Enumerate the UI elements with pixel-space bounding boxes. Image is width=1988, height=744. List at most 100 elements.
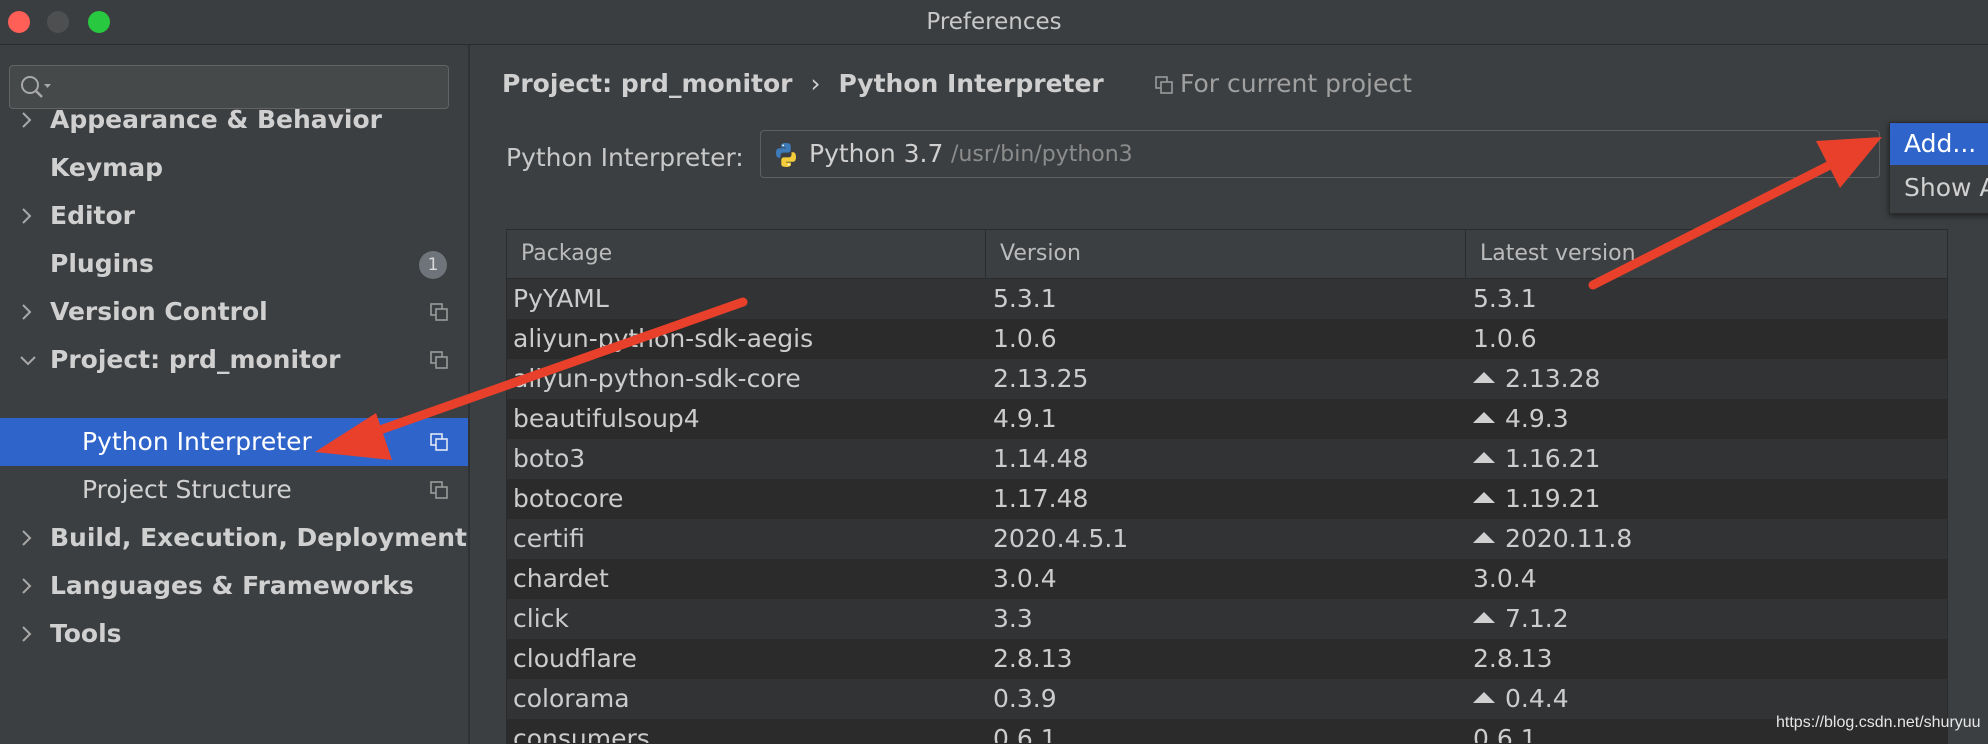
sidebar-item-languages-frameworks[interactable]: Languages & Frameworks: [0, 562, 468, 610]
package-name: certifi: [513, 524, 585, 553]
package-name: botocore: [513, 484, 624, 513]
sidebar-item-keymap[interactable]: Keymap: [0, 144, 468, 192]
chevron-right-icon: [22, 530, 32, 546]
package-version: 2.8.13: [993, 644, 1073, 673]
sidebar-item-editor[interactable]: Editor: [0, 192, 468, 240]
sidebar-item-label: Project: prd_monitor: [50, 345, 341, 374]
sidebar-item-python-interpreter[interactable]: Python Interpreter: [0, 418, 468, 466]
package-version: 0.3.9: [993, 684, 1057, 713]
package-latest-version: 3.0.4: [1473, 559, 1537, 599]
sidebar-item-project[interactable]: Project: prd_monitor: [0, 336, 468, 384]
plugins-update-badge: 1: [419, 251, 447, 279]
upgrade-available-icon: [1473, 411, 1495, 423]
table-row[interactable]: certifi 2020.4.5.1 2020.11.8: [507, 519, 1947, 559]
column-header-version[interactable]: Version: [986, 230, 1466, 278]
table-row[interactable]: aliyun-python-sdk-core 2.13.25 2.13.28: [507, 359, 1947, 399]
package-latest-version: 1.0.6: [1473, 319, 1537, 359]
table-header: Package Version Latest version: [507, 230, 1947, 279]
package-version: 4.9.1: [993, 404, 1057, 433]
sidebar-item-label: Editor: [50, 201, 135, 230]
column-header-package[interactable]: Package: [507, 230, 986, 278]
chevron-right-icon: [22, 304, 32, 320]
interpreter-name: Python 3.7: [809, 139, 944, 168]
sidebar-item-plugins[interactable]: Plugins 1: [0, 240, 468, 288]
title-bar: Preferences: [0, 0, 1988, 45]
latest-version-text: 0.6.1: [1473, 724, 1537, 744]
latest-version-text: 2020.11.8: [1505, 524, 1633, 553]
sidebar-item-version-control[interactable]: Version Control: [0, 288, 468, 336]
copy-icon: [1155, 76, 1173, 94]
table-row[interactable]: boto3 1.14.48 1.16.21: [507, 439, 1947, 479]
copy-icon: [430, 481, 448, 499]
settings-sidebar: Appearance & Behavior Keymap Editor Plug…: [0, 45, 470, 744]
package-latest-version: 1.16.21: [1473, 439, 1600, 479]
package-version: 2020.4.5.1: [993, 524, 1129, 553]
table-row[interactable]: PyYAML 5.3.1 5.3.1: [507, 279, 1947, 319]
package-latest-version: 2.8.13: [1473, 639, 1553, 679]
latest-version-text: 2.13.28: [1505, 364, 1601, 393]
table-row[interactable]: aliyun-python-sdk-aegis 1.0.6 1.0.6: [507, 319, 1947, 359]
table-row[interactable]: cloudflare 2.8.13 2.8.13: [507, 639, 1947, 679]
package-name: chardet: [513, 564, 609, 593]
menu-item-show-all[interactable]: Show A: [1890, 167, 1988, 209]
latest-version-text: 0.4.4: [1505, 684, 1569, 713]
latest-version-text: 4.9.3: [1505, 404, 1569, 433]
interpreter-select[interactable]: Python 3.7 /usr/bin/python3: [760, 130, 1880, 178]
upgrade-available-icon: [1473, 371, 1495, 383]
table-row[interactable]: consumers 0.6.1 0.6.1: [507, 719, 1947, 744]
sidebar-item-label: Build, Execution, Deployment: [50, 523, 467, 552]
breadcrumb-page: Python Interpreter: [838, 69, 1104, 98]
upgrade-available-icon: [1473, 611, 1495, 623]
sidebar-item-appearance-behavior[interactable]: Appearance & Behavior: [0, 96, 468, 144]
table-row[interactable]: click 3.3 7.1.2: [507, 599, 1947, 639]
package-name: boto3: [513, 444, 586, 473]
latest-version-text: 5.3.1: [1473, 284, 1537, 313]
table-row[interactable]: colorama 0.3.9 0.4.4: [507, 679, 1947, 719]
interpreter-path: /usr/bin/python3: [951, 142, 1133, 167]
latest-version-text: 7.1.2: [1505, 604, 1569, 633]
upgrade-available-icon: [1473, 491, 1495, 503]
latest-version-text: 1.0.6: [1473, 324, 1537, 353]
latest-version-text: 1.19.21: [1505, 484, 1601, 513]
menu-item-add[interactable]: Add...: [1890, 123, 1988, 165]
sidebar-item-project-structure[interactable]: Project Structure: [0, 466, 468, 514]
package-version: 1.17.48: [993, 484, 1089, 513]
settings-content: Project: prd_monitor › Python Interpreter …: [470, 45, 1988, 744]
breadcrumb-separator: ›: [810, 69, 821, 98]
window-title: Preferences: [926, 9, 1062, 35]
package-version: 1.0.6: [993, 324, 1057, 353]
sidebar-item-build-execution-deployment[interactable]: Build, Execution, Deployment: [0, 514, 468, 562]
project-scope-label: For current project: [1154, 59, 1412, 109]
upgrade-available-icon: [1473, 531, 1495, 543]
interpreter-gear-menu: Add... Show A: [1889, 122, 1988, 214]
package-name: beautifulsoup4: [513, 404, 700, 433]
packages-table[interactable]: Package Version Latest version PyYAML 5.3…: [506, 229, 1948, 744]
table-row[interactable]: botocore 1.17.48 1.19.21: [507, 479, 1947, 519]
latest-version-text: 1.16.21: [1505, 444, 1601, 473]
sidebar-item-label: Plugins: [50, 249, 154, 278]
interpreter-label: Python Interpreter:: [506, 143, 744, 172]
python-logo-icon: [776, 143, 796, 167]
chevron-right-icon: [22, 578, 32, 594]
sidebar-item-label: Python Interpreter: [82, 427, 312, 456]
chevron-right-icon: [22, 208, 32, 224]
package-latest-version: 2.13.28: [1473, 359, 1600, 399]
breadcrumb-project: Project: prd_monitor: [502, 69, 793, 98]
scope-text: For current project: [1180, 69, 1412, 98]
sidebar-item-tools[interactable]: Tools: [0, 610, 468, 658]
breadcrumb: Project: prd_monitor › Python Interpreter: [502, 59, 1104, 109]
chevron-right-icon: [22, 626, 32, 642]
package-latest-version: 0.4.4: [1473, 679, 1569, 719]
package-latest-version: 7.1.2: [1473, 599, 1569, 639]
sidebar-item-label: Tools: [50, 619, 122, 648]
upgrade-available-icon: [1473, 691, 1495, 703]
package-version: 1.14.48: [993, 444, 1089, 473]
column-header-latest-version[interactable]: Latest version: [1466, 230, 1947, 278]
table-row[interactable]: beautifulsoup4 4.9.1 4.9.3: [507, 399, 1947, 439]
package-version: 5.3.1: [993, 284, 1057, 313]
sidebar-item-label: Version Control: [50, 297, 268, 326]
package-version: 3.0.4: [993, 564, 1057, 593]
table-row[interactable]: chardet 3.0.4 3.0.4: [507, 559, 1947, 599]
package-name: aliyun-python-sdk-aegis: [513, 324, 814, 353]
package-name: aliyun-python-sdk-core: [513, 364, 801, 393]
